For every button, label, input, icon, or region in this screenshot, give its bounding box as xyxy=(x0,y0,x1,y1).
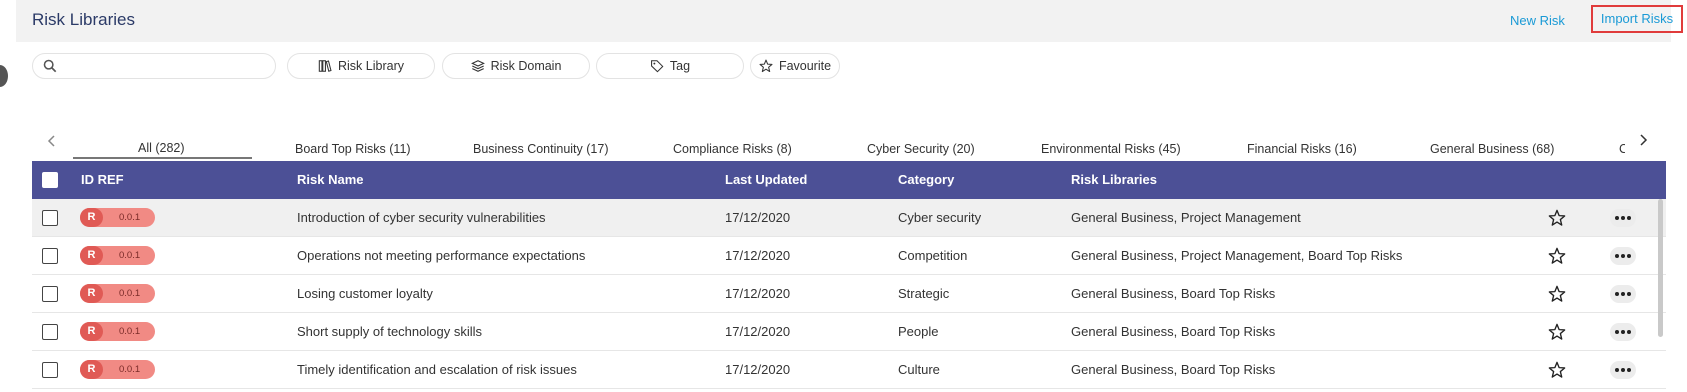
chevron-right-icon[interactable] xyxy=(1635,132,1651,148)
risk-name[interactable]: Introduction of cyber security vulnerabi… xyxy=(297,210,546,225)
filter-risk-library[interactable]: Risk Library xyxy=(287,53,435,79)
last-updated: 17/12/2020 xyxy=(725,324,791,339)
favourite-star-icon[interactable] xyxy=(1548,323,1566,341)
row-checkbox[interactable] xyxy=(42,210,58,226)
favourite-star-icon[interactable] xyxy=(1548,209,1566,227)
active-tab-indicator xyxy=(73,157,252,159)
risk-version: 0.0.1 xyxy=(119,212,141,223)
table-scrollbar[interactable] xyxy=(1658,199,1663,337)
risk-libraries: General Business, Board Top Risks xyxy=(1071,362,1276,377)
risk-name[interactable]: Losing customer loyalty xyxy=(297,286,433,301)
more-options-button[interactable] xyxy=(1610,209,1636,227)
last-updated: 17/12/2020 xyxy=(725,210,791,225)
import-risks-button[interactable]: Import Risks xyxy=(1591,5,1683,33)
row-checkbox[interactable] xyxy=(42,248,58,264)
table-row[interactable]: R 0.0.1 Timely identification and escala… xyxy=(32,351,1666,389)
column-category[interactable]: Category xyxy=(898,172,954,187)
select-all-checkbox[interactable] xyxy=(42,172,58,188)
layers-icon xyxy=(470,60,485,72)
last-updated: 17/12/2020 xyxy=(725,362,791,377)
column-risk-name[interactable]: Risk Name xyxy=(297,172,363,187)
search-input[interactable] xyxy=(65,57,269,77)
category: People xyxy=(898,324,939,339)
last-updated: 17/12/2020 xyxy=(725,286,791,301)
category: Cyber security xyxy=(898,210,982,225)
table-row[interactable]: R 0.0.1 Introduction of cyber security v… xyxy=(32,199,1666,237)
library-icon xyxy=(318,60,332,72)
search-box[interactable] xyxy=(32,53,276,79)
favourite-star-icon[interactable] xyxy=(1548,361,1566,379)
filter-label: Tag xyxy=(669,59,691,73)
more-options-button[interactable] xyxy=(1610,285,1636,303)
tab-more[interactable]: C xyxy=(1619,142,1625,156)
table-row[interactable]: R 0.0.1 Short supply of technology skill… xyxy=(32,313,1666,351)
risk-libraries: General Business, Board Top Risks xyxy=(1071,324,1276,339)
favourite-star-icon[interactable] xyxy=(1548,285,1566,303)
filter-tag[interactable]: Tag xyxy=(596,53,744,79)
category: Culture xyxy=(898,362,940,377)
search-icon xyxy=(43,59,57,73)
risk-type-badge: R xyxy=(80,208,103,227)
risk-name[interactable]: Timely identification and escalation of … xyxy=(297,362,577,377)
filter-label: Risk Domain xyxy=(490,59,562,73)
tab-environmental-risks[interactable]: Environmental Risks (45) xyxy=(1041,142,1181,156)
risk-libraries: General Business, Project Management, Bo… xyxy=(1071,248,1403,263)
filter-label: Risk Library xyxy=(338,59,404,73)
filter-risk-domain[interactable]: Risk Domain xyxy=(442,53,590,79)
risk-name[interactable]: Short supply of technology skills xyxy=(297,324,482,339)
table-row[interactable]: R 0.0.1 Operations not meeting performan… xyxy=(32,237,1666,275)
risk-version: 0.0.1 xyxy=(119,326,141,337)
tab-financial-risks[interactable]: Financial Risks (16) xyxy=(1247,142,1357,156)
risk-type-badge: R xyxy=(80,322,103,341)
tab-board-top-risks[interactable]: Board Top Risks (11) xyxy=(295,142,411,156)
tab-strip: All (282) Board Top Risks (11) Business … xyxy=(0,130,1625,160)
tab-cyber-security[interactable]: Cyber Security (20) xyxy=(867,142,975,156)
drawer-handle[interactable] xyxy=(0,65,8,87)
star-icon xyxy=(759,59,773,73)
table-header: ID REF Risk Name Last Updated Category R… xyxy=(32,161,1666,199)
risk-libraries: General Business, Board Top Risks xyxy=(1071,286,1276,301)
category: Strategic xyxy=(898,286,950,301)
row-checkbox[interactable] xyxy=(42,286,58,302)
risk-type-badge: R xyxy=(80,246,103,265)
column-last-updated[interactable]: Last Updated xyxy=(725,172,807,187)
page-title: Risk Libraries xyxy=(32,10,135,29)
risk-version: 0.0.1 xyxy=(119,250,141,261)
risk-badge: R 0.0.1 xyxy=(80,208,155,227)
new-risk-button[interactable]: New Risk xyxy=(1510,13,1565,28)
risk-type-badge: R xyxy=(80,360,103,379)
tab-business-continuity[interactable]: Business Continuity (17) xyxy=(473,142,608,156)
favourite-star-icon[interactable] xyxy=(1548,247,1566,265)
last-updated: 17/12/2020 xyxy=(725,248,791,263)
more-options-button[interactable] xyxy=(1610,361,1636,379)
risk-badge: R 0.0.1 xyxy=(80,246,155,265)
row-checkbox[interactable] xyxy=(42,324,58,340)
column-risk-libraries[interactable]: Risk Libraries xyxy=(1071,172,1157,187)
column-id-ref[interactable]: ID REF xyxy=(81,172,124,187)
risk-version: 0.0.1 xyxy=(119,364,141,375)
table-row[interactable]: R 0.0.1 Losing customer loyalty 17/12/20… xyxy=(32,275,1666,313)
risk-type-badge: R xyxy=(80,284,103,303)
tag-icon xyxy=(650,60,664,73)
filter-label: Favourite xyxy=(778,59,832,73)
risk-badge: R 0.0.1 xyxy=(80,360,155,379)
page-header: Risk Libraries New Risk Import Risks xyxy=(16,0,1683,42)
risk-badge: R 0.0.1 xyxy=(80,322,155,341)
tab-general-business[interactable]: General Business (68) xyxy=(1430,142,1554,156)
risk-version: 0.0.1 xyxy=(119,288,141,299)
more-options-button[interactable] xyxy=(1610,247,1636,265)
tab-compliance-risks[interactable]: Compliance Risks (8) xyxy=(673,142,792,156)
more-options-button[interactable] xyxy=(1610,323,1636,341)
tab-all[interactable]: All (282) xyxy=(138,141,185,155)
category: Competition xyxy=(898,248,968,263)
risk-libraries: General Business, Project Management xyxy=(1071,210,1301,225)
risk-badge: R 0.0.1 xyxy=(80,284,155,303)
risk-name[interactable]: Operations not meeting performance expec… xyxy=(297,248,585,263)
row-checkbox[interactable] xyxy=(42,362,58,378)
filter-favourite[interactable]: Favourite xyxy=(750,53,840,79)
